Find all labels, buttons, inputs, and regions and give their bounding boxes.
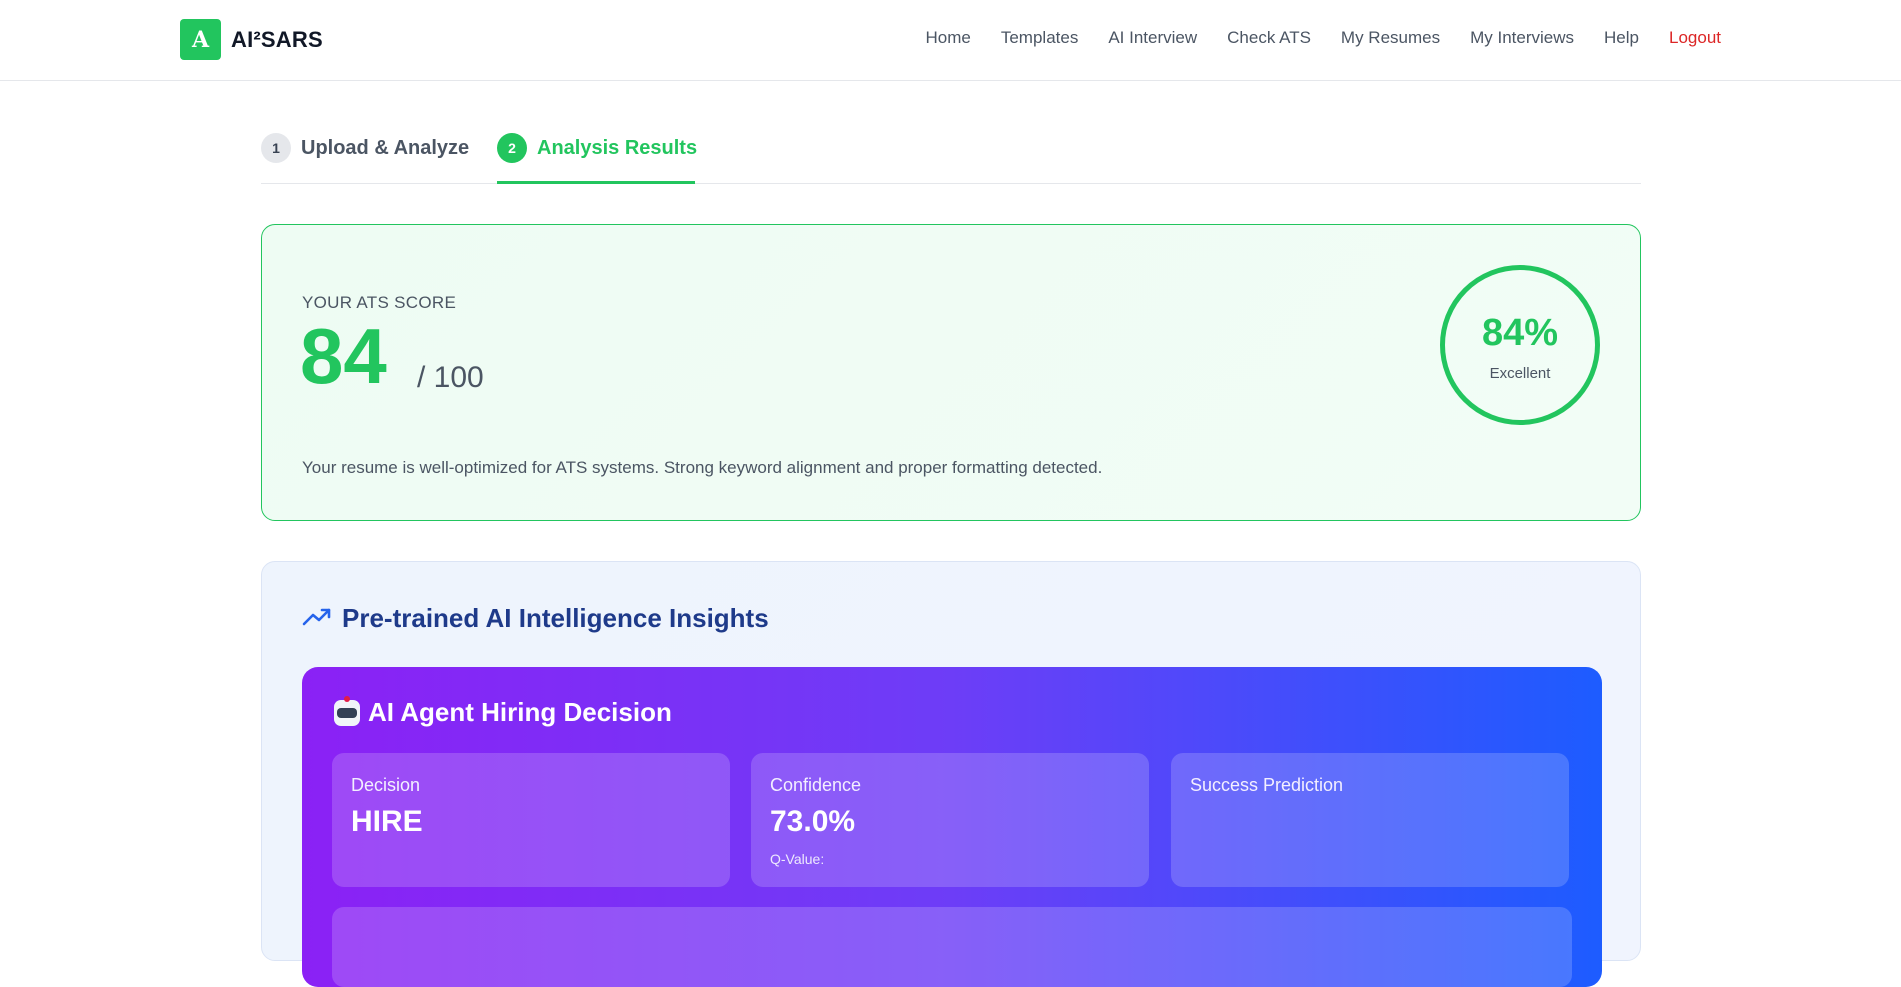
agent-title: AI Agent Hiring Decision bbox=[368, 697, 672, 727]
main-nav: Home Templates AI Interview Check ATS My… bbox=[895, 28, 1721, 48]
metric-value: 73.0% bbox=[770, 805, 856, 838]
nav-check-ats[interactable]: Check ATS bbox=[1227, 28, 1311, 48]
metric-label: Confidence bbox=[770, 775, 862, 795]
step-number: 1 bbox=[261, 133, 291, 163]
active-tab-indicator bbox=[497, 181, 695, 184]
tab-analysis-results[interactable]: 2 Analysis Results bbox=[497, 131, 697, 165]
insights-title: Pre-trained AI Intelligence Insights bbox=[342, 603, 769, 633]
step-label: Analysis Results bbox=[537, 136, 698, 159]
nav-templates[interactable]: Templates bbox=[1001, 28, 1078, 48]
brand-name: AI²SARS bbox=[231, 26, 323, 52]
score-label: YOUR ATS SCORE bbox=[302, 293, 457, 312]
agent-heading: AI Agent Hiring Decision bbox=[334, 695, 672, 728]
brand-mark-icon: A bbox=[180, 19, 221, 60]
nav-help[interactable]: Help bbox=[1604, 28, 1639, 48]
score-description: Your resume is well-optimized for ATS sy… bbox=[302, 458, 1103, 477]
nav-logout[interactable]: Logout bbox=[1669, 28, 1721, 48]
insights-heading: Pre-trained AI Intelligence Insights bbox=[302, 603, 769, 634]
metric-value: HIRE bbox=[351, 805, 423, 838]
ring-rating: Excellent bbox=[1489, 365, 1551, 382]
metric-label: Success Prediction bbox=[1190, 775, 1344, 795]
metric-decision: Decision HIRE bbox=[332, 753, 730, 887]
nav-home[interactable]: Home bbox=[925, 28, 970, 48]
metric-sub: Q-Value: bbox=[770, 851, 825, 867]
ring-percent: 84% bbox=[1481, 312, 1559, 354]
ai-insights-card: Pre-trained AI Intelligence Insights AI … bbox=[261, 561, 1641, 987]
metric-confidence: Confidence 73.0% Q-Value: bbox=[751, 753, 1149, 887]
score-ring: 84% Excellent bbox=[1440, 265, 1600, 425]
step-label: Upload & Analyze bbox=[301, 136, 470, 159]
nav-ai-interview[interactable]: AI Interview bbox=[1108, 28, 1197, 48]
top-header: A AI²SARS Home Templates AI Interview Ch… bbox=[0, 0, 1901, 81]
metric-success-prediction: Success Prediction bbox=[1171, 753, 1569, 887]
ats-score-card: YOUR ATS SCORE 84 / 100 Your resume is w… bbox=[261, 224, 1641, 521]
trending-up-icon bbox=[302, 605, 332, 632]
step-number: 2 bbox=[497, 133, 527, 163]
robot-icon bbox=[334, 695, 360, 726]
nav-my-interviews[interactable]: My Interviews bbox=[1470, 28, 1574, 48]
agent-details-panel bbox=[332, 907, 1572, 987]
step-tabs: 1 Upload & Analyze 2 Analysis Results bbox=[261, 131, 1641, 184]
brand-logo[interactable]: A AI²SARS bbox=[180, 19, 323, 60]
nav-my-resumes[interactable]: My Resumes bbox=[1341, 28, 1440, 48]
score-value: 84 bbox=[300, 312, 387, 400]
tab-upload-analyze[interactable]: 1 Upload & Analyze bbox=[261, 131, 469, 165]
metric-label: Decision bbox=[351, 775, 421, 795]
score-max: / 100 bbox=[417, 361, 484, 394]
ai-agent-panel: AI Agent Hiring Decision Decision HIRE C… bbox=[302, 667, 1602, 987]
